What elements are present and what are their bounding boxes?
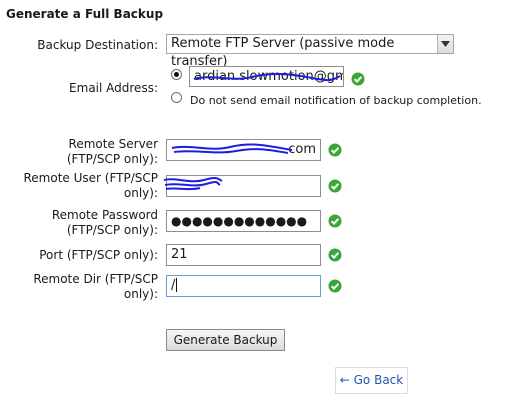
remote-dir-valid-check-icon	[328, 279, 342, 293]
page-title: Generate a Full Backup	[6, 7, 164, 21]
generate-backup-button[interactable]: Generate Backup	[166, 329, 285, 351]
remote-user-valid-check-icon	[328, 179, 342, 193]
no-email-radio[interactable]	[171, 92, 182, 103]
remote-password-value: ●●●●●●●●●●●●●	[171, 214, 308, 228]
email-address-label: Email Address:	[69, 81, 158, 95]
email-value: ardian.slowmotion@gma	[194, 69, 344, 84]
remote-user-label: Remote User (FTP/SCP only):	[23, 171, 159, 200]
email-valid-check-icon	[351, 72, 365, 86]
text-cursor	[176, 277, 178, 292]
backup-destination-value: Remote FTP Server (passive mode transfer…	[171, 36, 395, 69]
go-back-link[interactable]: ← Go Back	[335, 367, 408, 394]
email-field[interactable]: ardian.slowmotion@gma	[189, 66, 344, 87]
backup-destination-select[interactable]: Remote FTP Server (passive mode transfer…	[166, 34, 454, 69]
remote-dir-field[interactable]: /	[166, 275, 321, 297]
remote-password-label: Remote Password (FTP/SCP only):	[51, 208, 158, 237]
port-label: Port (FTP/SCP only):	[39, 248, 158, 262]
port-value: 21	[171, 247, 188, 262]
port-valid-check-icon	[328, 248, 342, 262]
no-email-label: Do not send email notification of backup…	[190, 94, 482, 107]
backup-destination-label: Backup Destination:	[37, 38, 158, 52]
port-field[interactable]: 21	[166, 244, 321, 266]
remote-user-field[interactable]	[166, 175, 321, 197]
remote-server-valid-check-icon	[328, 143, 342, 157]
remote-dir-label: Remote Dir (FTP/SCP only):	[33, 272, 158, 301]
remote-server-value: com	[288, 142, 316, 157]
remote-dir-value: /	[171, 278, 176, 293]
remote-server-label: Remote Server (FTP/SCP only):	[66, 137, 158, 166]
remote-server-field[interactable]: com	[166, 139, 321, 161]
chevron-down-icon[interactable]	[437, 35, 453, 53]
remote-password-valid-check-icon	[328, 214, 342, 228]
remote-password-field[interactable]: ●●●●●●●●●●●●●	[166, 210, 321, 232]
email-radio[interactable]	[171, 69, 182, 80]
